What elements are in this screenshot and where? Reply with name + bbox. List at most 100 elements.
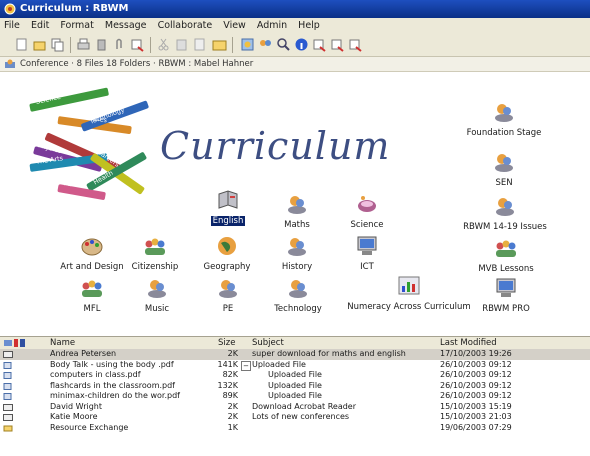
- list-row[interactable]: minimax-children do the wor.pdf 89K Uplo…: [0, 391, 590, 402]
- reply-icon[interactable]: [130, 37, 145, 52]
- folder-history[interactable]: History: [260, 234, 334, 272]
- list-row[interactable]: David Wright 2K Download Acrobat Reader …: [0, 402, 590, 413]
- list-row[interactable]: flashcards in the classroom.pdf 132K Upl…: [0, 381, 590, 392]
- computer-icon: [355, 234, 379, 258]
- row-name: Katie Moore: [50, 412, 98, 421]
- folder-sen[interactable]: SEN: [459, 150, 549, 188]
- conference-icon: [285, 234, 309, 258]
- paste-icon[interactable]: [174, 37, 189, 52]
- column-subject[interactable]: Subject: [252, 337, 284, 349]
- flask-icon: [355, 192, 379, 216]
- icon-label: Geography: [203, 262, 251, 272]
- row-size: 132K: [217, 380, 238, 390]
- folder-technology[interactable]: Technology: [258, 276, 338, 314]
- menu-collaborate[interactable]: Collaborate: [154, 18, 217, 34]
- icon-label: English: [210, 216, 246, 226]
- folder-english[interactable]: English: [191, 188, 265, 226]
- menu-help[interactable]: Help: [294, 18, 324, 34]
- menu-message[interactable]: Message: [101, 18, 151, 34]
- info-icon[interactable]: [294, 37, 309, 52]
- row-subject: Uploaded File: [268, 380, 322, 390]
- row-subject: Download Acrobat Reader: [252, 401, 357, 411]
- copy-icon[interactable]: [50, 37, 65, 52]
- icon-label: Music: [144, 304, 170, 314]
- message-icon: [3, 403, 13, 411]
- row-modified: 15/10/2003 21:03: [440, 412, 512, 421]
- list-row[interactable]: Resource Exchange 1K 19/06/2003 07:29: [0, 423, 590, 434]
- file-icon: [3, 393, 12, 400]
- find-icon[interactable]: [192, 37, 207, 52]
- menu-file[interactable]: File: [0, 18, 24, 34]
- row-size: 2K: [227, 349, 238, 358]
- row-name: Resource Exchange: [50, 422, 129, 432]
- icon-label: MVB Lessons: [478, 264, 534, 274]
- list-row[interactable]: Katie Moore 2K Lots of new conferences 1…: [0, 412, 590, 423]
- expand-toggle-icon[interactable]: −: [241, 360, 251, 371]
- people-icon: [80, 276, 104, 300]
- banner-title: Curriculum: [160, 124, 391, 168]
- folder-ict[interactable]: ICT: [330, 234, 404, 272]
- forward-icon[interactable]: [330, 37, 345, 52]
- delete-icon[interactable]: [94, 37, 109, 52]
- list-row[interactable]: Body Talk - using the body .pdf 141K − U…: [0, 360, 590, 371]
- menu-format[interactable]: Format: [56, 18, 97, 34]
- list-row[interactable]: computers in class.pdf 82K Uploaded File…: [0, 370, 590, 381]
- app-icon: [4, 3, 16, 15]
- folder-maths[interactable]: Maths: [260, 192, 334, 230]
- conference-icon: [145, 276, 169, 300]
- reply-all-icon[interactable]: [348, 37, 363, 52]
- people-icon: [143, 234, 167, 258]
- search-icon[interactable]: [276, 37, 291, 52]
- message-icon[interactable]: [312, 37, 327, 52]
- folder-icon[interactable]: [212, 37, 227, 52]
- row-name: minimax-children do the wor.pdf: [50, 391, 180, 400]
- column-icons-icon: [4, 339, 25, 347]
- attach-icon[interactable]: [112, 37, 127, 52]
- row-size: 2K: [227, 401, 238, 411]
- directory-icon[interactable]: [240, 37, 255, 52]
- new-document-icon[interactable]: [14, 37, 29, 52]
- icon-label: MFL: [83, 304, 101, 314]
- row-name: David Wright: [50, 401, 102, 411]
- folder-music[interactable]: Music: [120, 276, 194, 314]
- column-size[interactable]: Size: [218, 337, 235, 349]
- icon-label: PE: [222, 304, 234, 314]
- cut-icon[interactable]: [156, 37, 171, 52]
- row-name: computers in class.pdf: [50, 370, 141, 379]
- globe-icon: [215, 234, 239, 258]
- people-icon: [494, 236, 518, 260]
- menu-admin[interactable]: Admin: [253, 18, 291, 34]
- row-subject: Uploaded File: [268, 370, 322, 379]
- folder-numeracy-across-curriculum[interactable]: Numeracy Across Curriculum: [345, 274, 473, 312]
- print-icon[interactable]: [76, 37, 91, 52]
- folder-geography[interactable]: Geography: [190, 234, 264, 272]
- folder-science[interactable]: Science: [330, 192, 404, 230]
- column-name[interactable]: Name: [50, 337, 75, 349]
- row-size: 89K: [222, 391, 238, 400]
- open-icon[interactable]: [32, 37, 47, 52]
- row-size: 82K: [222, 370, 238, 379]
- folder-mvb-lessons[interactable]: MVB Lessons: [461, 236, 551, 274]
- folder-mfl[interactable]: MFL: [55, 276, 129, 314]
- row-modified: 26/10/2003 09:12: [440, 359, 512, 369]
- toolbar: [0, 34, 590, 57]
- menu-edit[interactable]: Edit: [27, 18, 53, 34]
- row-modified: 17/10/2003 19:26: [440, 349, 512, 358]
- folder-rbwm-14-19-issues[interactable]: RBWM 14-19 Issues: [456, 194, 554, 232]
- row-name: Body Talk - using the body .pdf: [50, 359, 174, 369]
- users-icon[interactable]: [258, 37, 273, 52]
- chart-icon: [397, 274, 421, 298]
- icon-label: Maths: [284, 220, 310, 230]
- icon-label: RBWM 14-19 Issues: [463, 222, 547, 232]
- folder-pe[interactable]: PE: [191, 276, 265, 314]
- folder-foundation-stage[interactable]: Foundation Stage: [459, 100, 549, 138]
- menu-view[interactable]: View: [219, 18, 250, 34]
- conference-icon: [492, 150, 516, 174]
- row-size: 1K: [227, 422, 238, 432]
- folder-rbwm-pro[interactable]: RBWM PRO: [473, 276, 539, 314]
- icon-label: Technology: [274, 304, 322, 314]
- list-row[interactable]: Andrea Petersen 2K super download for ma…: [0, 349, 590, 360]
- column-last-modified[interactable]: Last Modified: [440, 337, 497, 349]
- folder-citizenship[interactable]: Citizenship: [118, 234, 192, 272]
- row-subject: Lots of new conferences: [252, 412, 350, 421]
